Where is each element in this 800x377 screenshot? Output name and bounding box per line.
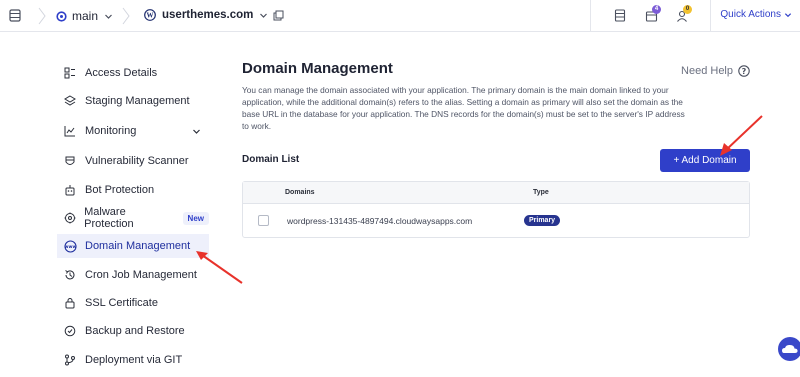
layers-icon bbox=[63, 94, 77, 108]
svg-text:?: ? bbox=[742, 67, 747, 76]
domain-cell[interactable]: wordpress-131435-4897494.cloudwaysapps.c… bbox=[287, 216, 472, 226]
sidebar-item-malware-protection[interactable]: Malware Protection New bbox=[57, 206, 209, 230]
lock-icon bbox=[63, 296, 77, 310]
sidebar-item-vulnerability-scanner[interactable]: Vulnerability Scanner bbox=[57, 149, 209, 173]
domain-table: Domains Type wordpress-131435-4897494.cl… bbox=[242, 181, 750, 238]
wordpress-icon: W bbox=[144, 9, 156, 21]
access-details-icon bbox=[63, 66, 77, 80]
chevron-down-icon bbox=[784, 12, 792, 17]
app-selector[interactable]: W userthemes.com bbox=[144, 9, 284, 21]
sidebar-item-label: Deployment via GIT bbox=[85, 354, 183, 366]
malware-icon bbox=[63, 211, 76, 225]
bot-icon bbox=[63, 183, 77, 197]
sidebar-item-label: Domain Management bbox=[85, 240, 191, 252]
page-description: You can manage the domain associated wit… bbox=[242, 85, 685, 131]
column-header-type: Type bbox=[533, 189, 549, 196]
user-badge: 0 bbox=[683, 5, 692, 14]
need-help-link[interactable]: Need Help ? bbox=[681, 65, 750, 77]
sidebar-item-bot-protection[interactable]: Bot Protection bbox=[57, 178, 209, 202]
server-selector[interactable]: main bbox=[56, 9, 113, 23]
sidebar-item-cron-job-management[interactable]: Cron Job Management bbox=[57, 263, 209, 287]
chevron-down-icon bbox=[193, 129, 200, 134]
top-bar: main W userthemes.com 4 0 Quick Actions bbox=[0, 0, 800, 32]
column-header-domains: Domains bbox=[285, 189, 315, 196]
domain-list-title: Domain List bbox=[242, 154, 300, 165]
server-name: main bbox=[72, 9, 99, 23]
chevron-down-icon bbox=[105, 14, 112, 19]
new-badge: New bbox=[182, 211, 209, 225]
table-row: wordpress-131435-4897494.cloudwaysapps.c… bbox=[243, 204, 749, 238]
breadcrumb-separator-icon bbox=[38, 7, 46, 25]
breadcrumb-separator-icon bbox=[122, 7, 130, 25]
chevron-down-icon bbox=[260, 13, 268, 18]
backup-icon bbox=[63, 324, 77, 338]
sidebar-item-label: Backup and Restore bbox=[85, 325, 185, 337]
chat-assistant-button[interactable] bbox=[778, 337, 800, 361]
chart-icon bbox=[63, 124, 77, 138]
sidebar-item-label: Vulnerability Scanner bbox=[85, 155, 189, 167]
www-icon: www bbox=[63, 239, 77, 253]
history-icon bbox=[63, 268, 77, 282]
divider bbox=[590, 0, 591, 32]
cloud-icon bbox=[782, 344, 798, 353]
sidebar-item-label: Staging Management bbox=[85, 95, 190, 107]
table-header: Domains Type bbox=[243, 182, 749, 204]
server-icon[interactable] bbox=[9, 9, 21, 22]
need-help-label: Need Help bbox=[681, 65, 733, 77]
sidebar-item-domain-management[interactable]: www Domain Management bbox=[57, 234, 209, 258]
git-icon bbox=[63, 353, 77, 367]
sidebar-item-label: Cron Job Management bbox=[85, 269, 197, 281]
sidebar-item-label: Malware Protection bbox=[84, 206, 134, 230]
sidebar-item-label: Access Details bbox=[85, 67, 158, 79]
annotation-arrow-icon bbox=[196, 251, 243, 284]
scanner-icon bbox=[63, 154, 77, 168]
sidebar-item-ssl-certificate[interactable]: SSL Certificate bbox=[57, 291, 209, 315]
app-name: userthemes.com bbox=[162, 9, 254, 21]
external-link-icon[interactable] bbox=[273, 10, 284, 21]
sidebar-item-access-details[interactable]: Access Details bbox=[57, 61, 209, 85]
divider bbox=[710, 0, 711, 32]
sidebar-item-monitoring[interactable]: Monitoring bbox=[57, 119, 209, 143]
cloudways-icon bbox=[56, 10, 67, 22]
page-title: Domain Management bbox=[242, 60, 393, 77]
annotation-arrow-icon bbox=[720, 115, 763, 156]
sidebar-item-staging-management[interactable]: Staging Management bbox=[57, 89, 209, 113]
help-icon: ? bbox=[738, 65, 750, 77]
document-icon[interactable] bbox=[614, 9, 626, 22]
sidebar-item-label: SSL Certificate bbox=[85, 297, 158, 309]
primary-badge: Primary bbox=[524, 215, 561, 226]
svg-text:www: www bbox=[64, 245, 76, 250]
svg-text:W: W bbox=[147, 12, 154, 20]
sidebar-item-deployment-via-git[interactable]: Deployment via GIT bbox=[57, 348, 209, 372]
sidebar-item-label: Bot Protection bbox=[85, 184, 155, 196]
notifications-badge: 4 bbox=[652, 5, 661, 14]
quick-actions-label: Quick Actions bbox=[720, 9, 781, 20]
sidebar-item-label: Monitoring bbox=[85, 125, 137, 137]
row-checkbox[interactable] bbox=[258, 215, 269, 226]
quick-actions-button[interactable]: Quick Actions bbox=[720, 9, 792, 20]
sidebar-item-backup-and-restore[interactable]: Backup and Restore bbox=[57, 319, 209, 343]
